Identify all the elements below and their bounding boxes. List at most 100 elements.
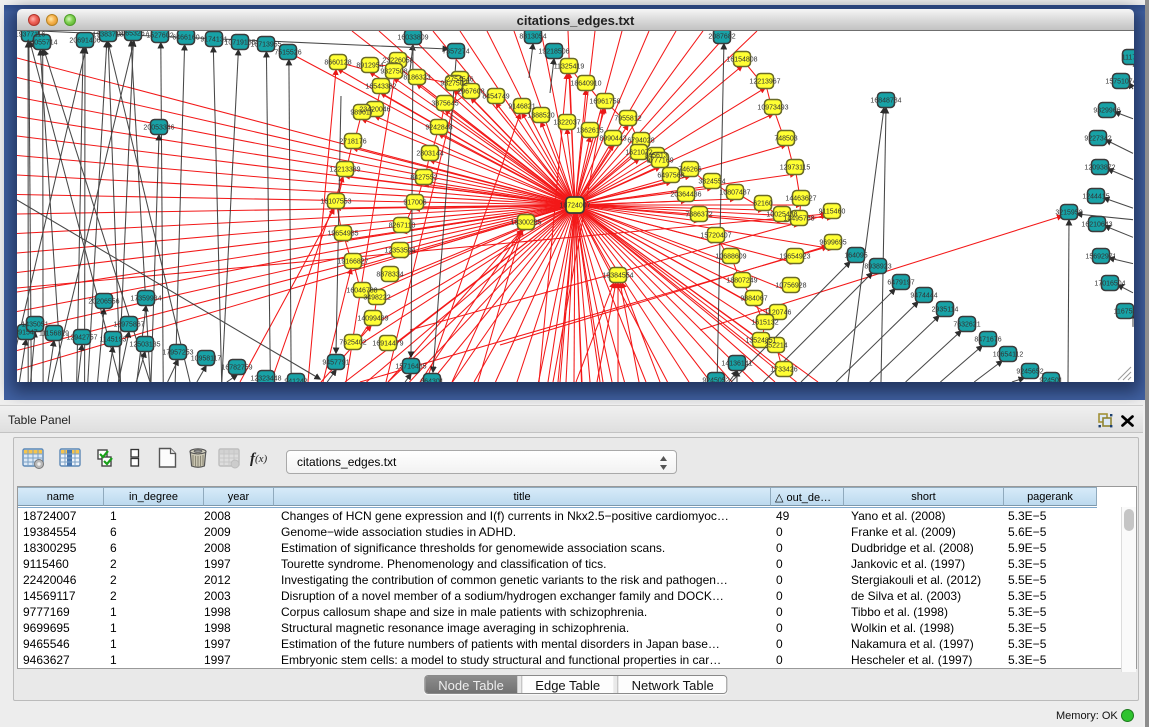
svg-text:19166827: 19166827	[337, 259, 368, 266]
svg-text:19654985: 19654985	[327, 231, 358, 238]
svg-text:20691406: 20691406	[69, 38, 100, 45]
svg-text:14099489: 14099489	[357, 316, 388, 323]
svg-text:917006: 917006	[403, 200, 426, 207]
svg-text:2803144: 2803144	[416, 151, 443, 158]
svg-text:23226058: 23226058	[382, 58, 413, 65]
svg-text:12213389: 12213389	[329, 167, 360, 174]
svg-text:20206556: 20206556	[88, 299, 119, 306]
svg-text:7955812: 7955812	[614, 116, 641, 123]
svg-text:9245052: 9245052	[702, 378, 729, 383]
svg-text:16848784: 16848784	[870, 98, 901, 105]
svg-text:11325419: 11325419	[554, 64, 585, 71]
svg-text:9699695: 9699695	[819, 240, 846, 247]
svg-text:8660128: 8660128	[324, 60, 351, 67]
svg-text:164095: 164095	[844, 253, 867, 260]
svg-text:1388520: 1388520	[527, 113, 554, 120]
svg-text:19384554: 19384554	[602, 273, 633, 280]
svg-text:6794028: 6794028	[627, 138, 654, 145]
svg-text:8990443: 8990443	[599, 136, 626, 143]
svg-text:11174: 11174	[1122, 55, 1134, 62]
svg-text:14055714: 14055714	[26, 40, 57, 47]
svg-text:6479197: 6479197	[887, 280, 914, 287]
svg-text:18300295: 18300295	[510, 220, 541, 227]
svg-text:12503135: 12503135	[129, 342, 160, 349]
svg-text:16046788: 16046788	[346, 288, 377, 295]
svg-text:10653267: 10653267	[117, 31, 148, 38]
svg-text:12353594: 12353594	[384, 248, 415, 255]
svg-text:9474444: 9474444	[910, 293, 937, 300]
svg-text:10958117: 10958117	[191, 356, 222, 363]
svg-text:8878334: 8878334	[376, 272, 403, 279]
svg-text:16210643: 16210643	[1081, 222, 1112, 229]
svg-text:9777169: 9777169	[646, 158, 673, 165]
svg-text:12213967: 12213967	[749, 79, 780, 86]
svg-text:8938923: 8938923	[864, 264, 891, 271]
svg-text:12093872: 12093872	[1084, 165, 1115, 172]
svg-text:2718176: 2718176	[339, 139, 366, 146]
svg-text:3215958: 3215958	[1055, 210, 1082, 217]
svg-text:9245652: 9245652	[1016, 369, 1043, 376]
svg-text:11156829: 11156829	[39, 331, 69, 338]
svg-text:19377116: 19377116	[17, 32, 45, 39]
svg-text:20364436: 20364436	[670, 192, 701, 199]
svg-text:6466160: 6466160	[172, 35, 199, 42]
svg-text:16154808: 16154808	[726, 57, 757, 64]
svg-text:7386372: 7386372	[685, 212, 712, 219]
svg-text:252214: 252214	[764, 343, 787, 350]
svg-text:8471676: 8471676	[974, 337, 1001, 344]
svg-text:16782759: 16782759	[221, 365, 252, 372]
svg-text:864301: 864301	[420, 379, 443, 383]
svg-text:12323448: 12323448	[250, 376, 281, 383]
svg-text:8813054: 8813054	[519, 34, 546, 41]
svg-text:20053346: 20053346	[143, 125, 174, 132]
svg-text:3498222: 3498222	[363, 295, 390, 302]
svg-text:9329966: 9329966	[1093, 108, 1120, 115]
svg-text:391547: 391547	[17, 330, 38, 337]
svg-text:9242848: 9242848	[425, 125, 452, 132]
svg-text:2087682: 2087682	[708, 34, 735, 41]
svg-text:16033809: 16033809	[397, 35, 428, 42]
svg-text:19654923: 19654923	[779, 254, 810, 261]
svg-text:10688609: 10688609	[715, 254, 746, 261]
svg-text:15751074: 15751074	[1105, 79, 1134, 86]
svg-text:16961758: 16961758	[589, 99, 620, 106]
svg-text:1322037: 1322037	[553, 120, 580, 127]
svg-text:1615132: 1615132	[751, 320, 778, 327]
svg-text:14495768: 14495768	[783, 216, 814, 223]
svg-text:15692971: 15692971	[1085, 254, 1116, 261]
svg-text:16107553: 16107553	[320, 199, 351, 206]
svg-text:12973115: 12973115	[780, 165, 811, 172]
svg-text:7515526: 7515526	[274, 50, 301, 57]
svg-text:1733426: 1733426	[770, 367, 797, 374]
svg-text:9115460: 9115460	[819, 209, 846, 216]
svg-text:19218506: 19218506	[538, 49, 569, 56]
svg-text:17016504: 17016504	[1094, 281, 1125, 288]
svg-text:9457791: 9457791	[322, 360, 349, 367]
svg-text:1120746: 1120746	[765, 310, 792, 317]
svg-text:9884067: 9884067	[740, 296, 767, 303]
svg-text:15720407: 15720407	[700, 233, 731, 240]
svg-text:9327502: 9327502	[440, 81, 467, 88]
svg-text:16543382: 16543382	[365, 84, 396, 91]
svg-text:2967608: 2967608	[457, 89, 484, 96]
svg-text:10807487: 10807487	[719, 190, 750, 197]
svg-text:1362615: 1362615	[576, 128, 603, 135]
svg-text:10973493: 10973493	[757, 105, 788, 112]
svg-text:15716485: 15716485	[395, 364, 426, 371]
svg-text:14463627: 14463627	[785, 196, 816, 203]
svg-text:18807249: 18807249	[726, 278, 757, 285]
svg-text:1145193: 1145193	[100, 337, 127, 344]
svg-text:1435051: 1435051	[21, 322, 48, 329]
svg-text:1527602: 1527602	[146, 33, 173, 40]
svg-text:2935114: 2935114	[932, 307, 959, 314]
svg-text:8427552: 8427552	[410, 175, 437, 182]
svg-text:18724007: 18724007	[559, 203, 590, 210]
svg-text:16914479: 16914479	[372, 341, 403, 348]
svg-text:7625402: 7625402	[339, 340, 366, 347]
svg-text:8186323: 8186323	[403, 75, 430, 82]
svg-text:10975867: 10975867	[113, 322, 144, 329]
svg-text:9227342: 9227342	[1084, 136, 1111, 143]
svg-text:9146821: 9146821	[508, 104, 535, 111]
svg-text:1244415: 1244415	[1082, 194, 1109, 201]
svg-text:16713955: 16713955	[250, 42, 281, 49]
